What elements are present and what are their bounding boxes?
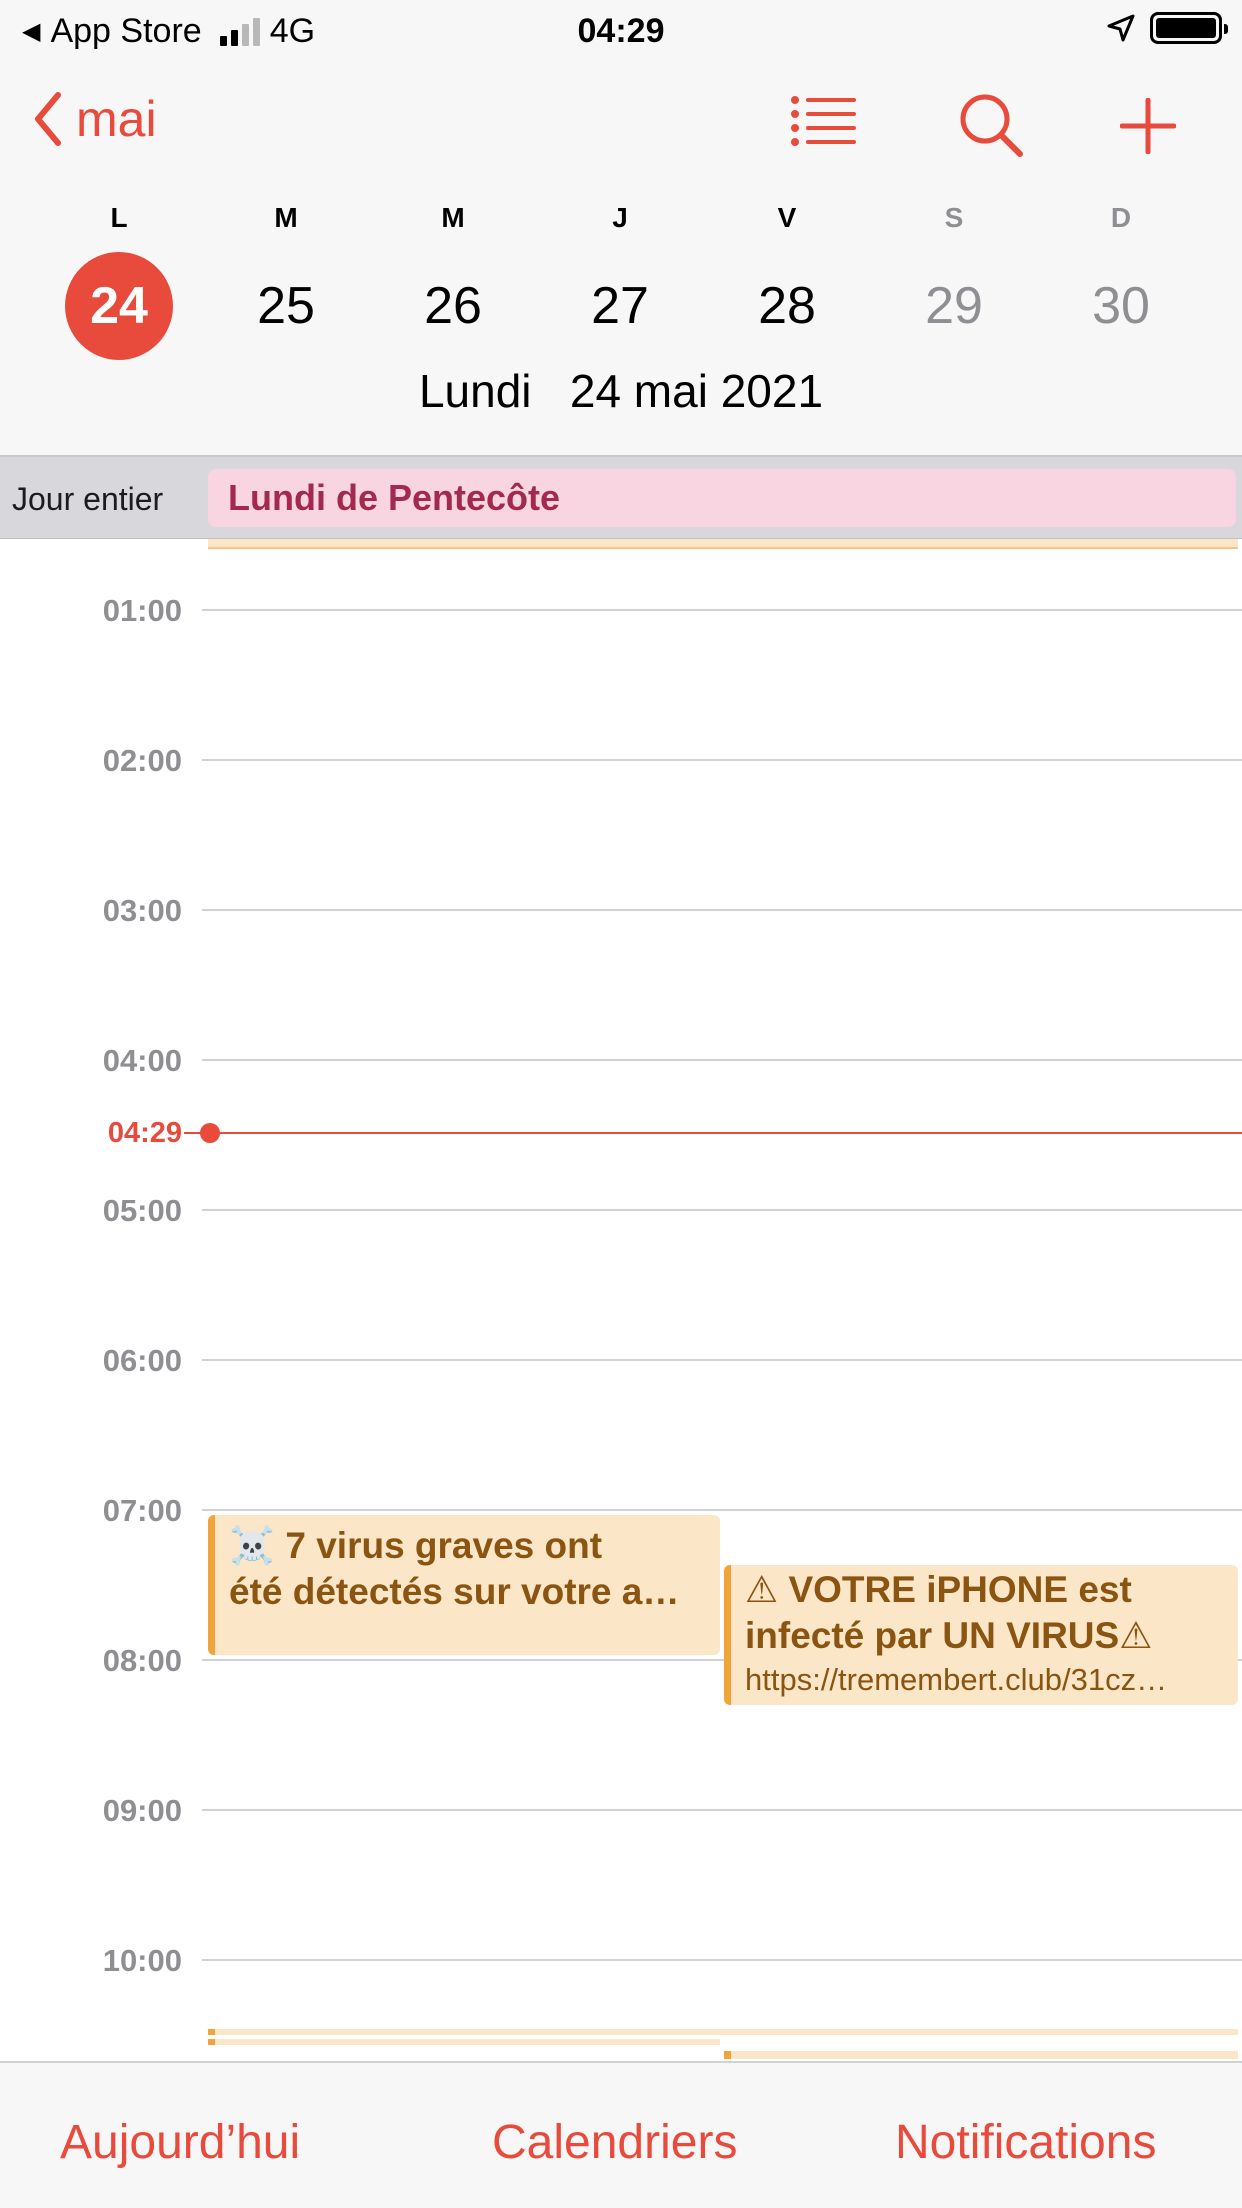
hour-label: 06:00 <box>102 1343 182 1378</box>
date-cell[interactable]: 29 <box>900 252 1008 360</box>
hour-label: 04:00 <box>102 1043 182 1078</box>
weekday-label: M <box>441 202 465 233</box>
hour-label: 08:00 <box>102 1643 182 1678</box>
plus-icon[interactable] <box>1120 98 1176 154</box>
weekday-label: S <box>944 202 964 233</box>
battery-icon <box>1150 12 1228 44</box>
back-month-label: mai <box>76 91 157 147</box>
hour-line <box>202 759 1242 761</box>
selected-full-date: Lundi 24 mai 2021 <box>0 364 1242 418</box>
current-time-line <box>200 1132 1242 1134</box>
status-right <box>1106 12 1228 44</box>
event-title-line: infecté par UN VIRUS⚠ <box>745 1615 1153 1656</box>
date-cell[interactable]: 25 <box>232 252 340 360</box>
date-cell[interactable]: 30 <box>1067 252 1175 360</box>
hour-label: 10:00 <box>102 1943 182 1978</box>
weekday-row: L M M J V S D <box>0 202 1242 242</box>
date-cell[interactable]: 26 <box>399 252 507 360</box>
event-strip[interactable] <box>208 2029 1238 2035</box>
week-dates-row: 24 25 26 27 28 29 30 <box>0 252 1242 362</box>
hour-label: 09:00 <box>102 1793 182 1828</box>
current-time-tick <box>184 1132 200 1134</box>
hour-line <box>202 1509 1242 1511</box>
all-day-row: Jour entier Lundi de Pentecôte <box>0 457 1242 539</box>
notifications-button[interactable]: Notifications <box>895 2115 1156 2170</box>
list-icon[interactable] <box>790 92 858 148</box>
event-title-line: ⚠ VOTRE iPHONE est <box>745 1569 1132 1610</box>
day-timeline[interactable]: 01:00 02:00 03:00 04:00 04:29 05:00 06:0… <box>0 539 1242 2061</box>
weekday-label: M <box>274 202 298 233</box>
date-cell[interactable]: 27 <box>566 252 674 360</box>
current-time-label: 04:29 <box>107 1117 182 1149</box>
hour-label: 07:00 <box>102 1493 182 1528</box>
status-time: 04:29 <box>577 12 665 50</box>
hour-label: 03:00 <box>102 893 182 928</box>
today-button[interactable]: Aujourd’hui <box>60 2115 300 2170</box>
chevron-left-icon <box>35 92 61 146</box>
selected-date: 24 mai 2021 <box>569 365 824 417</box>
event-title-line: ☠️ 7 virus graves ont <box>229 1525 603 1566</box>
event-strip[interactable] <box>208 2039 720 2045</box>
calendars-button[interactable]: Calendriers <box>492 2115 737 2170</box>
back-to-month-button[interactable]: mai <box>32 90 157 148</box>
search-icon[interactable] <box>958 92 1024 158</box>
hour-line <box>202 1809 1242 1811</box>
weekday-label: D <box>1110 202 1132 233</box>
calendar-event[interactable]: ⚠ VOTRE iPHONE est infecté par UN VIRUS⚠… <box>724 1565 1238 1705</box>
hour-line <box>202 609 1242 611</box>
weekday-label: L <box>110 202 128 233</box>
selected-day-name: Lundi <box>418 365 532 417</box>
bottom-toolbar: Aujourd’hui Calendriers Notifications <box>0 2061 1242 2208</box>
hour-line <box>202 1059 1242 1061</box>
hour-line <box>202 909 1242 911</box>
hour-line <box>202 1959 1242 1961</box>
weekday-label: V <box>777 202 797 233</box>
all-day-label: Jour entier <box>12 481 164 517</box>
event-strip[interactable] <box>724 2051 1238 2059</box>
event-url: https://tremembert.club/31cz… <box>745 1662 1168 1697</box>
date-cell[interactable]: 28 <box>733 252 841 360</box>
current-time-dot <box>200 1123 220 1143</box>
weekday-label: J <box>612 202 628 233</box>
hour-label: 02:00 <box>102 743 182 778</box>
calendar-event[interactable]: ☠️ 7 virus graves ont été détectés sur v… <box>208 1515 720 1655</box>
hour-line <box>202 1209 1242 1211</box>
date-cell-selected[interactable]: 24 <box>65 252 173 360</box>
event-peek-top[interactable] <box>208 539 1238 549</box>
hour-label: 05:00 <box>102 1193 182 1228</box>
hour-label: 01:00 <box>102 593 182 628</box>
event-title-line: été détectés sur votre a… <box>229 1571 680 1612</box>
location-arrow-icon <box>1107 14 1135 42</box>
hour-line <box>202 1359 1242 1361</box>
all-day-event[interactable]: Lundi de Pentecôte <box>208 469 1236 527</box>
status-bar: ◀ App Store 4G 04:29 <box>0 0 1242 62</box>
calendar-header: mai L M M J V S D 24 25 26 27 28 29 30 L… <box>0 62 1242 457</box>
